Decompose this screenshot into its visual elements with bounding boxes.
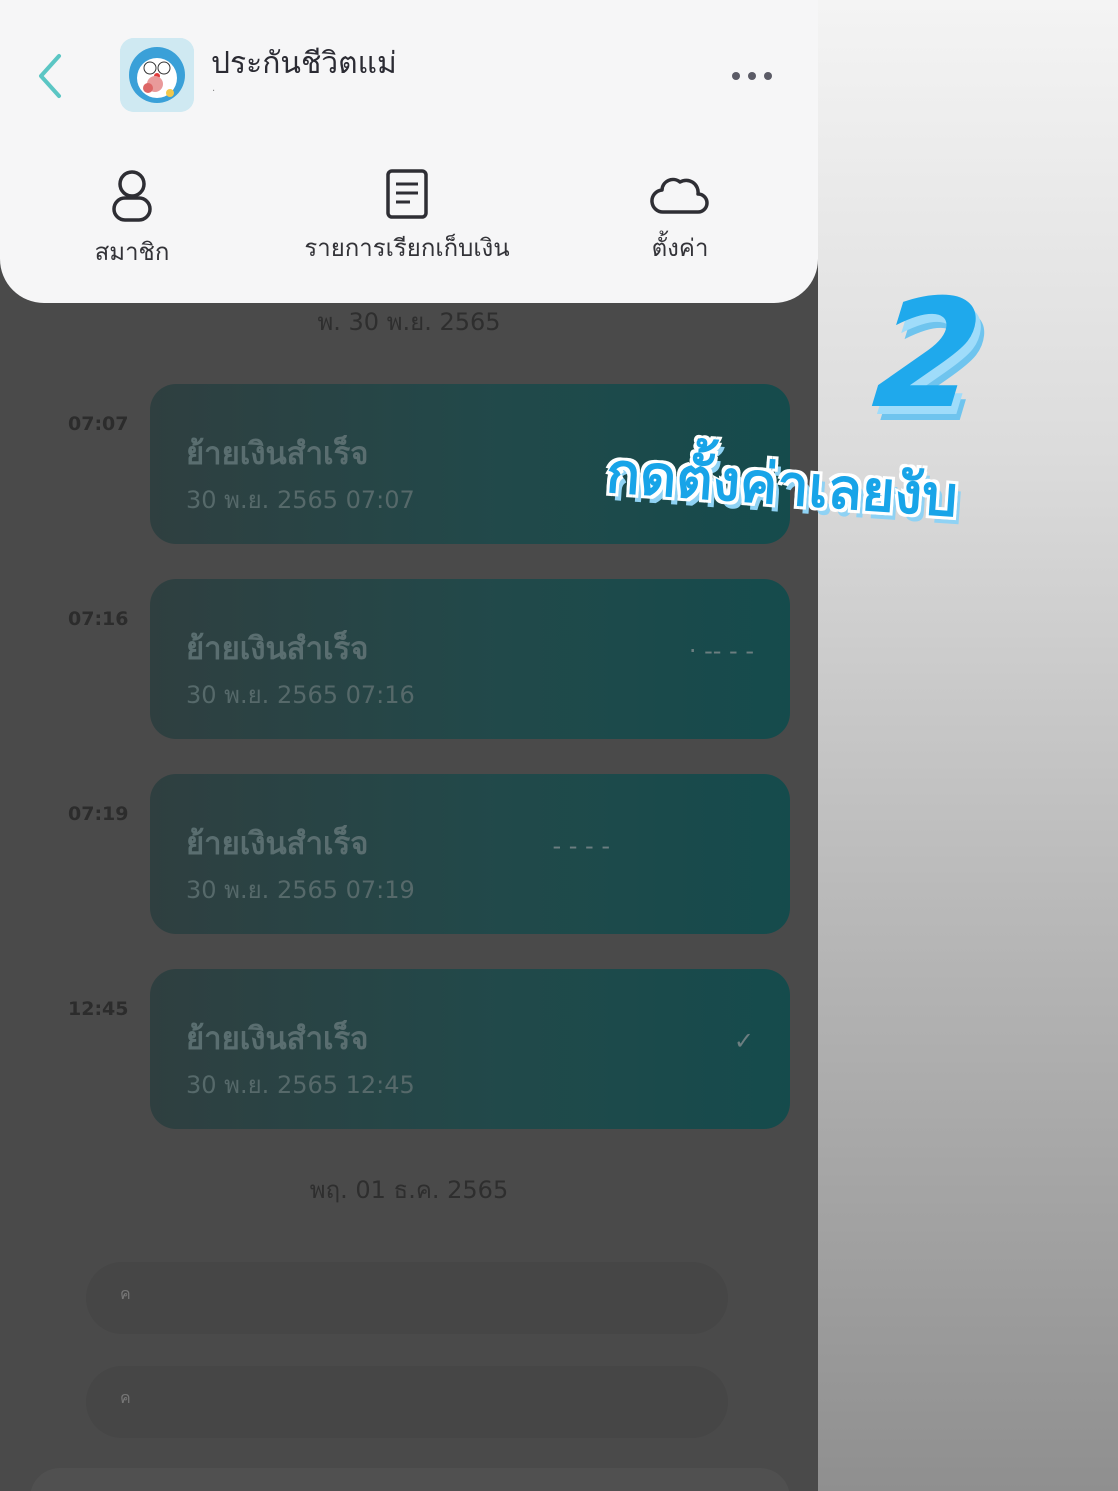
step-number: 2 xyxy=(866,268,990,442)
card-mark: · -- - - xyxy=(688,637,754,665)
cloud-icon xyxy=(650,177,709,214)
side-background xyxy=(818,0,1118,1491)
date-header: พฤ. 01 ธ.ค. 2565 xyxy=(309,1176,509,1204)
card-title: ย้ายเงินสำเร็จ xyxy=(186,1021,369,1057)
item-time: 07:07 xyxy=(68,413,129,435)
chevron-left-icon xyxy=(39,54,61,98)
menu-label: สมาชิก xyxy=(94,238,170,266)
date-header: พ. 30 พ.ย. 2565 xyxy=(317,308,501,336)
card-timestamp: 30 พ.ย. 2565 12:45 xyxy=(186,1071,415,1099)
item-time: 07:19 xyxy=(68,803,129,825)
phone-screen: พ. 30 พ.ย. 2565 07:07 ย้ายเงินสำเร็จ 30 … xyxy=(0,0,818,1491)
transaction-card[interactable]: ย้ายเงินสำเร็จ 30 พ.ย. 2565 07:16 · -- -… xyxy=(150,579,790,739)
transaction-card[interactable]: ย้ายเงินสำเร็จ 30 พ.ย. 2565 07:19 - - - … xyxy=(150,774,790,934)
card-timestamp: 30 พ.ย. 2565 07:16 xyxy=(186,681,415,709)
card-title: ย้ายเงินสำเร็จ xyxy=(186,826,369,862)
person-icon xyxy=(112,170,152,222)
more-dots-icon xyxy=(732,72,772,80)
menu-label: รายการเรียกเก็บเงิน xyxy=(304,234,510,262)
list-item[interactable]: ค xyxy=(86,1366,728,1438)
group-header-sheet: ประกันชีวิตแม่ · สมาชิก รายการเรียกเก็บเ… xyxy=(0,0,818,303)
card-title: ย้ายเงินสำเร็จ xyxy=(186,436,369,472)
item-time: 12:45 xyxy=(68,998,129,1020)
card-timestamp: 30 พ.ย. 2565 07:19 xyxy=(186,876,415,904)
pill-text: ค xyxy=(120,1388,131,1407)
check-icon: ✓ xyxy=(733,1027,754,1055)
card-timestamp: 30 พ.ย. 2565 07:07 xyxy=(186,486,415,514)
back-button[interactable] xyxy=(30,50,70,102)
menu-label: ตั้งค่า xyxy=(651,234,709,262)
list-item[interactable]: ค xyxy=(86,1262,728,1334)
document-icon xyxy=(386,169,428,219)
transaction-card[interactable]: ย้ายเงินสำเร็จ 30 พ.ย. 2565 12:45 ✓ xyxy=(150,969,790,1129)
card-title: ย้ายเงินสำเร็จ xyxy=(186,631,369,667)
menu-billing[interactable]: รายการเรียกเก็บเงิน xyxy=(285,168,529,267)
item-time: 07:16 xyxy=(68,608,129,630)
more-button[interactable] xyxy=(728,62,776,90)
card-mark: - - - - xyxy=(552,832,610,860)
bottom-bar xyxy=(30,1468,790,1491)
group-subtitle: · xyxy=(212,86,216,97)
group-title: ประกันชีวิตแม่ xyxy=(211,46,397,81)
pill-text: ค xyxy=(120,1284,131,1303)
menu-members[interactable]: สมาชิก xyxy=(72,168,192,271)
menu-settings[interactable]: ตั้งค่า xyxy=(620,168,740,267)
group-avatar[interactable] xyxy=(120,38,194,112)
